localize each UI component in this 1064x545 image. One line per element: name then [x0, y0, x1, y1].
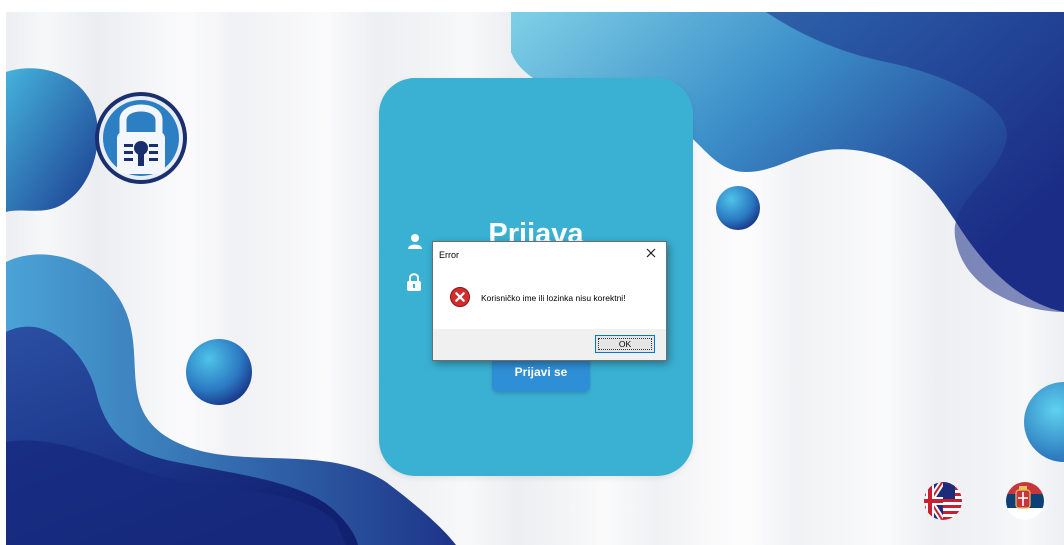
error-x-icon: [450, 287, 470, 307]
dialog-message: Korisničko ime ili lozinka nisu korektni…: [481, 293, 626, 303]
dialog-footer: OK: [433, 329, 666, 360]
app-window: Prijava Prijavi se Error Korisničko ime …: [6, 12, 1064, 545]
serbia-flag-icon[interactable]: [1005, 481, 1045, 521]
lock-icon: [407, 273, 421, 291]
padlock-keyhole-logo-icon: [95, 92, 187, 184]
error-dialog: Error Korisničko ime ili lozinka nisu ko…: [432, 241, 667, 361]
uk-us-flag-icon[interactable]: [917, 481, 969, 521]
dialog-title: Error: [439, 250, 459, 260]
close-icon[interactable]: [644, 246, 658, 260]
ok-button[interactable]: OK: [595, 335, 655, 353]
user-icon: [408, 234, 422, 249]
